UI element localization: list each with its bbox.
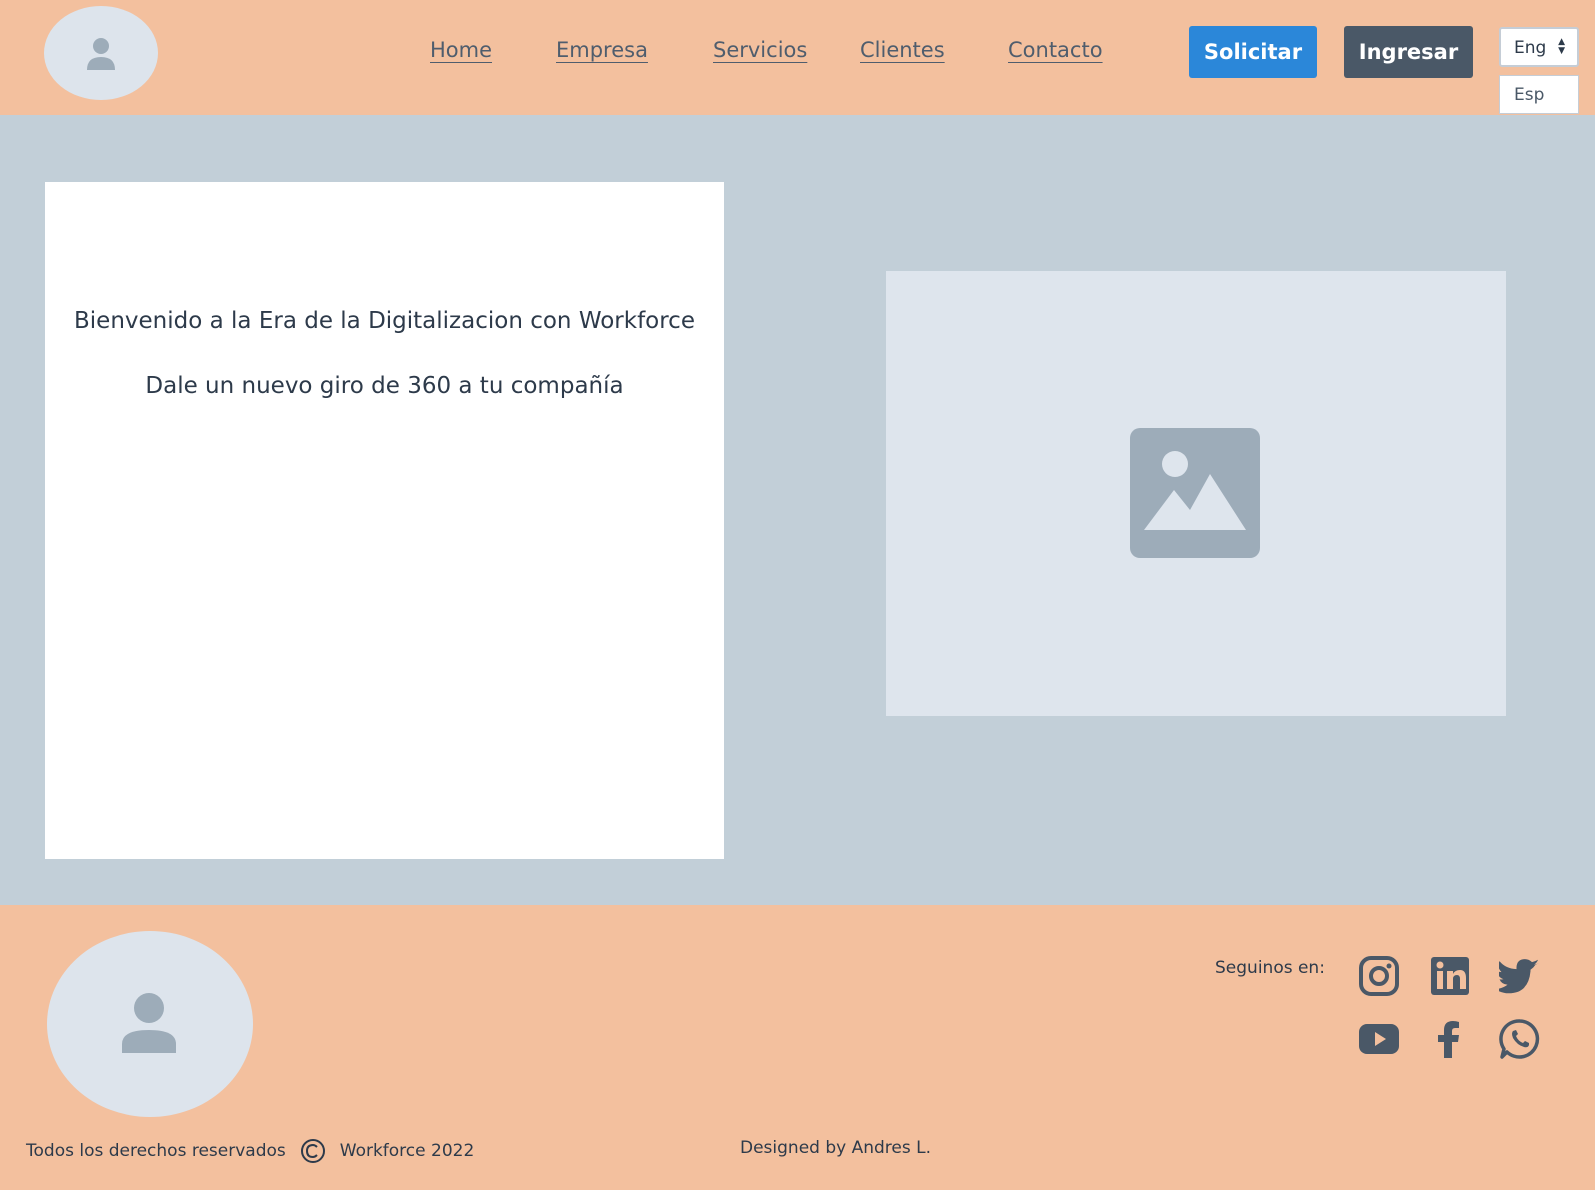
hero-title: Bienvenido a la Era de la Digitalizacion… [74, 308, 695, 334]
nav-servicios[interactable]: Servicios [713, 38, 807, 62]
designed-by: Designed by Andres L. [740, 1138, 932, 1158]
site-header: Home Empresa Servicios Clientes Contacto… [0, 0, 1595, 115]
site-footer: Seguinos en: Todos los derechos reservad… [0, 905, 1595, 1190]
footer-logo[interactable] [47, 931, 253, 1117]
youtube-icon[interactable] [1358, 1018, 1400, 1060]
user-icon [122, 993, 176, 1053]
whatsapp-icon[interactable] [1499, 1018, 1541, 1060]
linkedin-icon[interactable] [1429, 955, 1471, 997]
language-option-esp[interactable]: Esp [1499, 75, 1579, 114]
hero-image [886, 271, 1506, 716]
main-section: Bienvenido a la Era de la Digitalizacion… [0, 115, 1595, 905]
user-icon [87, 38, 115, 70]
instagram-icon[interactable] [1358, 955, 1400, 997]
copyright-icon [300, 1139, 325, 1163]
twitter-icon[interactable] [1499, 955, 1541, 997]
hero-subtitle: Dale un nuevo giro de 360 a tu compañía [145, 373, 624, 399]
nav-home[interactable]: Home [430, 38, 492, 62]
select-arrows-icon: ▲ ▼ [1558, 37, 1565, 56]
hero-card: Bienvenido a la Era de la Digitalizacion… [45, 182, 724, 859]
ingresar-button[interactable]: Ingresar [1344, 26, 1473, 78]
copyright: Todos los derechos reservados Workforce … [26, 1138, 474, 1164]
solicitar-button[interactable]: Solicitar [1189, 26, 1317, 78]
language-select[interactable]: Eng ▲ ▼ [1499, 27, 1579, 67]
rights-text: Todos los derechos reservados [26, 1141, 286, 1161]
nav-clientes[interactable]: Clientes [860, 38, 945, 62]
nav-contacto[interactable]: Contacto [1008, 38, 1103, 62]
company-text: Workforce 2022 [339, 1141, 475, 1161]
nav-empresa[interactable]: Empresa [556, 38, 648, 62]
image-icon [1130, 428, 1260, 558]
facebook-icon[interactable] [1429, 1018, 1471, 1060]
language-selected: Eng [1514, 38, 1547, 58]
header-logo[interactable] [44, 6, 158, 100]
follow-label: Seguinos en: [1215, 958, 1325, 978]
